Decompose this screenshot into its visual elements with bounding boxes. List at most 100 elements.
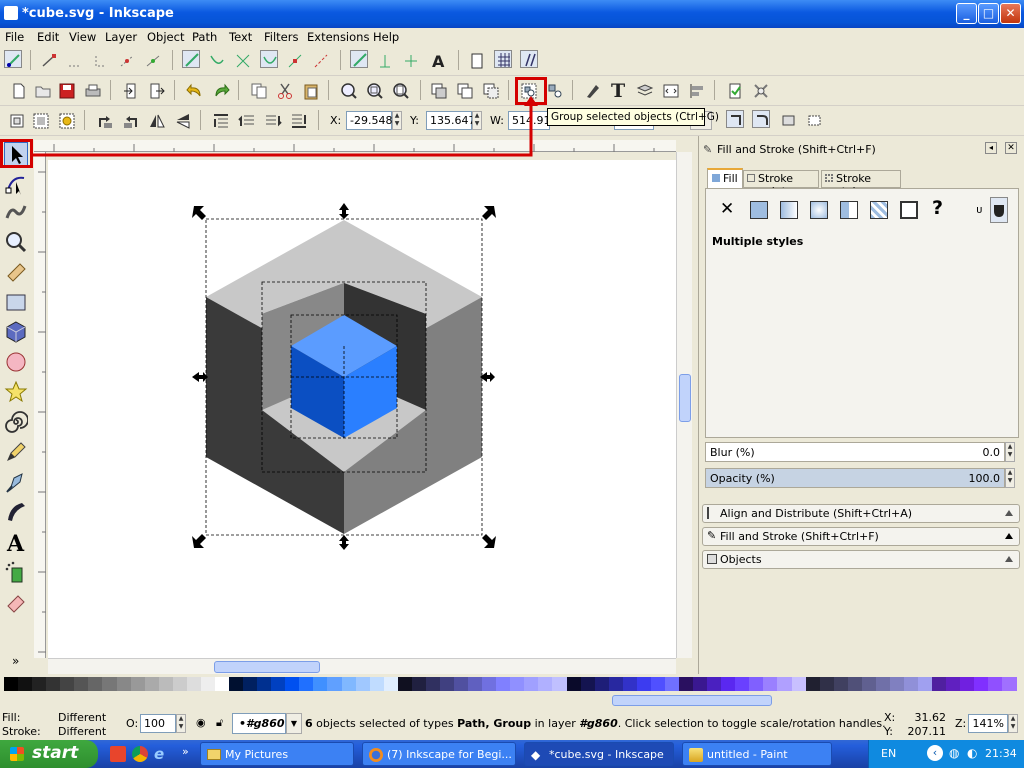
- palette-swatch[interactable]: [904, 677, 919, 691]
- rectangle-tool-icon[interactable]: [4, 290, 28, 314]
- layer-dropdown[interactable]: •#g860: [232, 713, 286, 734]
- scale-corners-icon[interactable]: [752, 110, 770, 128]
- quicklaunch-more-chevron[interactable]: »: [182, 745, 189, 758]
- palette-swatch[interactable]: [735, 677, 750, 691]
- language-indicator[interactable]: EN: [881, 747, 896, 760]
- palette-swatch[interactable]: [875, 677, 890, 691]
- pattern-icon[interactable]: [840, 201, 858, 219]
- transform-patterns-icon[interactable]: [806, 112, 824, 130]
- palette-swatch[interactable]: [102, 677, 117, 691]
- linear-gradient-icon[interactable]: [780, 201, 798, 219]
- palette-swatch[interactable]: [861, 677, 876, 691]
- vertical-scrollbar[interactable]: [676, 152, 692, 658]
- measure-tool-icon[interactable]: [4, 260, 28, 284]
- palette-swatch[interactable]: [833, 677, 848, 691]
- opacity-slider[interactable]: Opacity (%) 100.0: [705, 468, 1005, 488]
- google-quicklaunch-icon[interactable]: [110, 746, 126, 762]
- palette-swatch[interactable]: [18, 677, 33, 691]
- pen-tool-icon[interactable]: [4, 470, 28, 494]
- palette-swatch[interactable]: [116, 677, 131, 691]
- horizontal-scroll-thumb[interactable]: [214, 661, 320, 673]
- star-tool-icon[interactable]: [4, 380, 28, 404]
- spray-tool-icon[interactable]: [4, 560, 28, 584]
- palette-swatch[interactable]: [4, 677, 19, 691]
- palette-swatches[interactable]: [4, 677, 1017, 691]
- transform-gradients-icon[interactable]: [780, 112, 798, 130]
- palette-swatch[interactable]: [580, 677, 595, 691]
- tab-stroke-style[interactable]: Stroke style: [821, 170, 901, 198]
- tray-volume-icon[interactable]: ◐: [967, 746, 977, 760]
- tab-fill[interactable]: Fill: [707, 168, 743, 188]
- horizontal-scrollbar[interactable]: [48, 658, 676, 674]
- task-paint[interactable]: untitled - Paint: [682, 742, 832, 766]
- tray-network-icon[interactable]: ◍: [949, 746, 959, 760]
- text-tool-icon[interactable]: A: [4, 530, 28, 557]
- palette-swatch[interactable]: [411, 677, 426, 691]
- palette-swatch[interactable]: [749, 677, 764, 691]
- palette-swatch[interactable]: [229, 677, 244, 691]
- eraser-tool-icon[interactable]: [4, 590, 28, 614]
- palette-swatch[interactable]: [608, 677, 623, 691]
- palette-swatch[interactable]: [32, 677, 47, 691]
- radial-gradient-icon[interactable]: [810, 201, 828, 219]
- palette-swatch[interactable]: [552, 677, 567, 691]
- blur-spinner[interactable]: ▲ ▼: [1005, 442, 1015, 462]
- zoom-tool-icon[interactable]: [4, 230, 28, 254]
- palette-swatch[interactable]: [988, 677, 1003, 691]
- layer-visibility-icon[interactable]: ◉: [196, 716, 206, 729]
- objects-header[interactable]: Objects: [702, 550, 1020, 569]
- palette-swatch[interactable]: [650, 677, 665, 691]
- palette-swatch[interactable]: [960, 677, 975, 691]
- palette-swatch[interactable]: [144, 677, 159, 691]
- palette-swatch[interactable]: [285, 677, 300, 691]
- tray-collapse-icon[interactable]: ‹: [927, 745, 943, 761]
- palette-swatch[interactable]: [158, 677, 173, 691]
- task-firefox[interactable]: (7) Inkscape for Begi...: [362, 742, 516, 766]
- drawing-canvas[interactable]: [48, 160, 676, 658]
- palette-swatch[interactable]: [397, 677, 412, 691]
- palette-swatch[interactable]: [214, 677, 229, 691]
- close-button[interactable]: ✕: [1000, 3, 1021, 24]
- ie-quicklaunch-icon[interactable]: e: [154, 745, 164, 763]
- palette-swatch[interactable]: [847, 677, 862, 691]
- text-font-dialog-icon[interactable]: T: [610, 80, 628, 102]
- scale-stroke-icon[interactable]: [726, 110, 744, 128]
- palette-swatch[interactable]: [819, 677, 834, 691]
- palette-swatch[interactable]: [369, 677, 384, 691]
- dialog-collapse-icon[interactable]: ◂: [985, 142, 997, 154]
- task-inkscape[interactable]: ◆ *cube.svg - Inkscape: [524, 742, 674, 766]
- palette-swatch[interactable]: [46, 677, 61, 691]
- spiral-tool-icon[interactable]: [4, 410, 29, 434]
- palette-swatch[interactable]: [243, 677, 258, 691]
- palette-swatch[interactable]: [777, 677, 792, 691]
- minimize-button[interactable]: _: [956, 3, 977, 24]
- tweak-tool-icon[interactable]: [4, 200, 28, 224]
- palette-swatch[interactable]: [693, 677, 708, 691]
- palette-swatch[interactable]: [763, 677, 778, 691]
- xml-editor-icon[interactable]: [662, 82, 680, 100]
- no-paint-icon[interactable]: ✕: [720, 199, 734, 219]
- fill-rule-evenodd-icon[interactable]: ᴜ: [976, 203, 982, 216]
- 3d-box-tool-icon[interactable]: [4, 320, 28, 344]
- palette-swatch[interactable]: [679, 677, 694, 691]
- node-tool-icon[interactable]: [4, 172, 28, 196]
- palette-swatch[interactable]: [566, 677, 581, 691]
- palette-swatch[interactable]: [496, 677, 511, 691]
- palette-swatch[interactable]: [932, 677, 947, 691]
- palette-swatch[interactable]: [341, 677, 356, 691]
- palette-swatch[interactable]: [172, 677, 187, 691]
- align-distribute-header[interactable]: Align and Distribute (Shift+Ctrl+A): [702, 504, 1020, 523]
- palette-swatch[interactable]: [805, 677, 820, 691]
- palette-swatch[interactable]: [327, 677, 342, 691]
- blur-slider[interactable]: Blur (%) 0.0: [705, 442, 1005, 462]
- layer-dropdown-arrow[interactable]: ▼: [286, 713, 302, 734]
- palette-swatch[interactable]: [200, 677, 215, 691]
- calligraphy-tool-icon[interactable]: [4, 500, 28, 524]
- palette-swatch[interactable]: [439, 677, 454, 691]
- unknown-paint-icon[interactable]: ?: [932, 197, 943, 219]
- maximize-button[interactable]: □: [978, 3, 999, 24]
- palette-swatch[interactable]: [524, 677, 539, 691]
- chrome-quicklaunch-icon[interactable]: [132, 746, 148, 762]
- vertical-scroll-thumb[interactable]: [679, 374, 691, 422]
- palette-swatch[interactable]: [383, 677, 398, 691]
